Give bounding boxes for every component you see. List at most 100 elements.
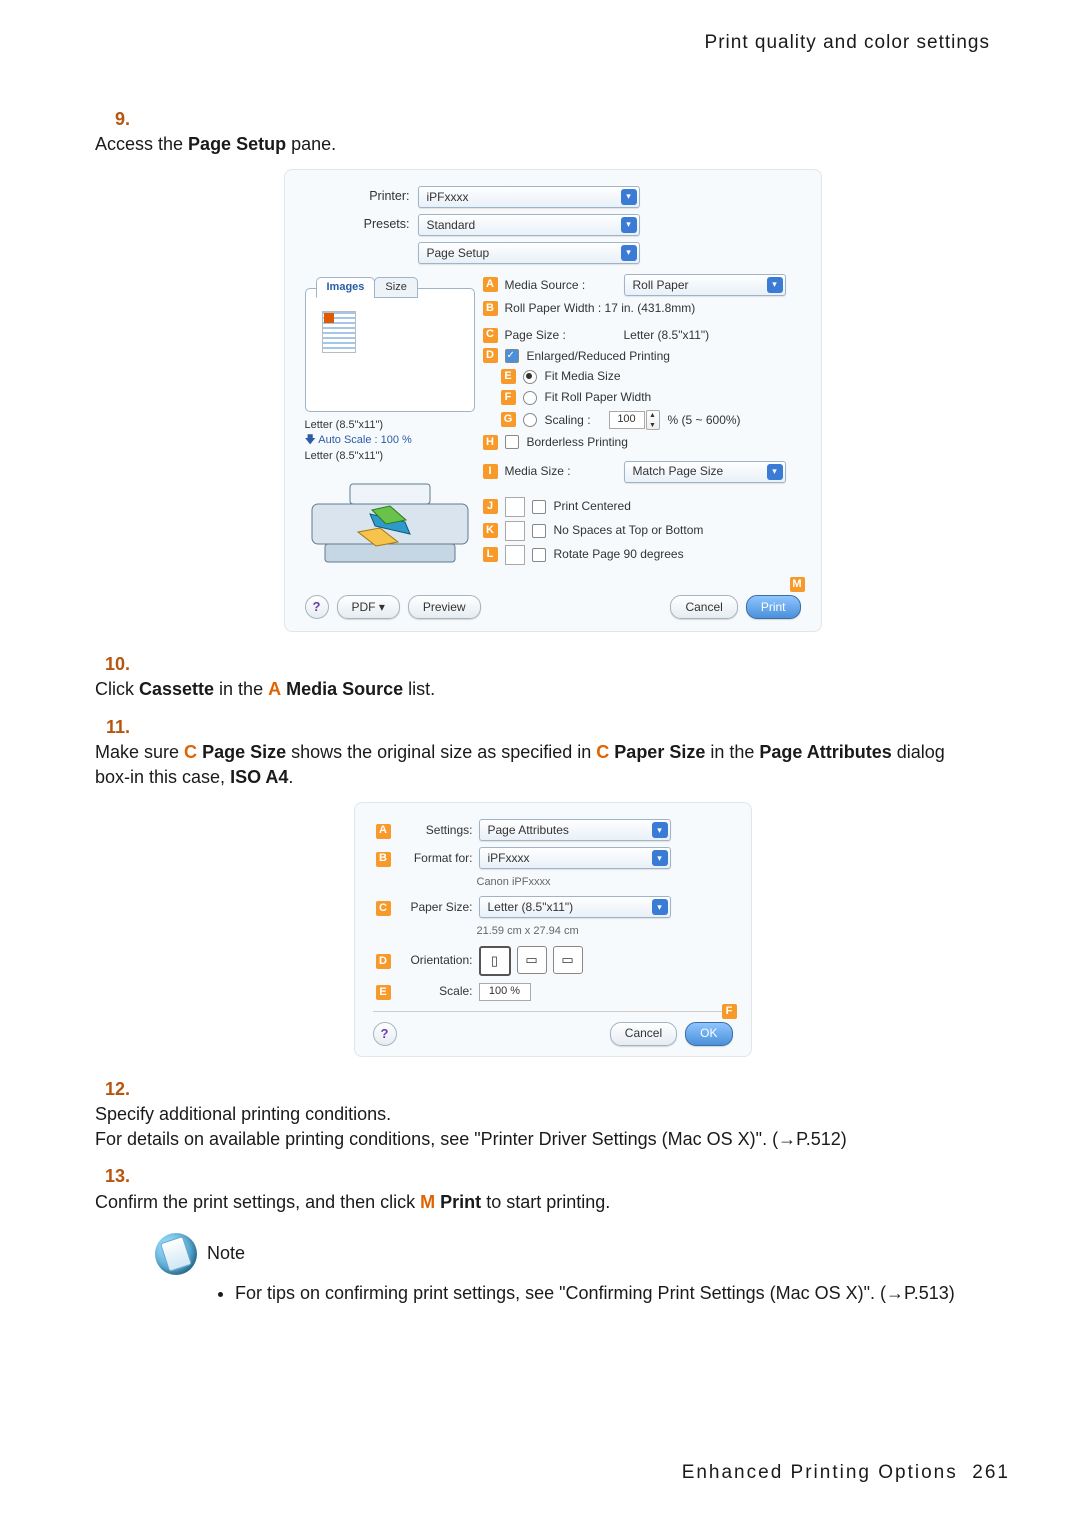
callout-F: F	[722, 1004, 737, 1019]
select-value: iPFxxxx	[427, 189, 469, 206]
text: For tips on confirming print settings, s…	[235, 1283, 886, 1303]
callout-F: F	[501, 390, 516, 405]
text: Access the	[95, 134, 188, 154]
step-text: Make sure C Page Size shows the original…	[95, 740, 965, 790]
select-value: iPFxxxx	[488, 850, 530, 867]
scaling-input[interactable]: 100	[609, 411, 645, 429]
help-button[interactable]: ?	[373, 1022, 397, 1046]
page-setup-options: A Media Source : Roll Paper▾ B Roll Pape…	[483, 270, 801, 579]
select-value: Match Page Size	[633, 463, 724, 480]
cancel-button[interactable]: Cancel	[670, 595, 737, 619]
orientation-group: ▯ ▭ ▭	[479, 946, 733, 976]
text: )	[949, 1283, 955, 1303]
pdf-button[interactable]: PDF ▾	[337, 595, 400, 619]
scaling-label: Scaling :	[545, 412, 605, 429]
step-number: 10.	[95, 652, 130, 677]
paper-size-select[interactable]: Letter (8.5"x11")▾	[479, 896, 671, 918]
cancel-button[interactable]: Cancel	[610, 1022, 677, 1046]
rotate-icon	[505, 545, 525, 565]
bold-term: Print	[440, 1192, 481, 1212]
callout-G: G	[501, 412, 516, 427]
text: 🡇 Auto Scale :	[305, 434, 381, 446]
fit-media-radio[interactable]	[523, 370, 537, 384]
page-size-value: Letter (8.5"x11")	[624, 327, 710, 344]
bold-term: Media Source	[286, 679, 403, 699]
scaling-radio[interactable]	[523, 413, 537, 427]
page-ref-link[interactable]: →P.513	[886, 1283, 949, 1303]
media-size-select[interactable]: Match Page Size ▾	[624, 461, 786, 483]
dropdown-icon: ▾	[621, 189, 637, 205]
media-source-select[interactable]: Roll Paper ▾	[624, 274, 786, 296]
bold-term: Cassette	[139, 679, 214, 699]
enlarged-reduced-label: Enlarged/Reduced Printing	[527, 348, 670, 365]
step-9: 9. Access the Page Setup pane.	[95, 107, 1010, 157]
select-value: Roll Paper	[633, 277, 689, 294]
tab-images[interactable]: Images	[316, 277, 376, 298]
info-media-size: Letter (8.5"x11")	[305, 449, 475, 464]
bold-term: Page Setup	[188, 134, 286, 154]
settings-label: Settings:	[393, 822, 479, 839]
scale-input[interactable]: 100 %	[479, 983, 531, 1001]
manual-page: Print quality and color settings 9. Acce…	[0, 0, 1080, 1527]
help-button[interactable]: ?	[305, 595, 329, 619]
text: Confirm the print settings, and then cli…	[95, 1192, 420, 1212]
step-number: 12.	[95, 1077, 130, 1102]
no-spaces-icon	[505, 521, 525, 541]
dropdown-icon: ▾	[652, 899, 668, 915]
print-centered-label: Print Centered	[554, 498, 631, 515]
text: in the	[214, 679, 268, 699]
settings-select[interactable]: Page Attributes▾	[479, 819, 671, 841]
callout-K: K	[483, 523, 498, 538]
dropdown-icon: ▾	[621, 245, 637, 261]
footer-section: Enhanced Printing Options	[682, 1462, 958, 1483]
callout-B: B	[376, 852, 391, 867]
fit-roll-label: Fit Roll Paper Width	[545, 389, 652, 406]
page-footer: Enhanced Printing Options 261	[682, 1460, 1010, 1487]
info-page-size: Letter (8.5"x11")	[305, 418, 475, 433]
scaling-stepper[interactable]: 100 ▲▼	[609, 410, 660, 430]
callout-E: E	[501, 369, 516, 384]
preview-button[interactable]: Preview	[408, 595, 481, 619]
note-block: Note	[155, 1233, 1010, 1275]
ok-button[interactable]: OK	[685, 1022, 732, 1046]
dropdown-icon: ▾	[767, 277, 783, 293]
rotate-checkbox[interactable]	[532, 548, 546, 562]
orientation-landscape-left[interactable]: ▭	[517, 946, 547, 974]
text: shows the original size as specified in	[286, 742, 596, 762]
text: to start printing.	[481, 1192, 610, 1212]
fit-media-label: Fit Media Size	[545, 368, 621, 385]
stepper-buttons[interactable]: ▲▼	[646, 410, 660, 430]
select-value: Page Setup	[427, 245, 490, 262]
text: .	[288, 767, 293, 787]
orientation-landscape-right[interactable]: ▭	[553, 946, 583, 974]
roll-paper-width-text: Roll Paper Width : 17 in. (431.8mm)	[505, 300, 696, 317]
step-13: 13. Confirm the print settings, and then…	[95, 1164, 1010, 1214]
bold-term: Page Size	[202, 742, 286, 762]
step-number: 11.	[95, 715, 130, 740]
media-size-label: Media Size :	[505, 463, 620, 480]
callout-D: D	[376, 954, 391, 969]
presets-select[interactable]: Standard▾	[418, 214, 640, 236]
format-for-select[interactable]: iPFxxxx▾	[479, 847, 671, 869]
borderless-checkbox[interactable]	[505, 435, 519, 449]
orientation-portrait[interactable]: ▯	[479, 946, 511, 976]
callout-C: C	[376, 901, 391, 916]
step-number: 13.	[95, 1164, 130, 1189]
dropdown-icon: ▾	[767, 464, 783, 480]
tab-size[interactable]: Size	[374, 277, 417, 298]
scale-label: Scale:	[393, 983, 479, 1000]
dropdown-icon: ▾	[652, 822, 668, 838]
no-spaces-checkbox[interactable]	[532, 524, 546, 538]
enlarged-reduced-checkbox[interactable]	[505, 349, 519, 363]
fit-roll-radio[interactable]	[523, 391, 537, 405]
pane-select[interactable]: Page Setup ▾	[418, 242, 640, 264]
dropdown-icon: ▾	[621, 217, 637, 233]
print-centered-checkbox[interactable]	[532, 500, 546, 514]
page-ref-link[interactable]: →P.512	[778, 1129, 841, 1149]
step-number: 9.	[95, 107, 130, 132]
autoscale-value: 100 %	[381, 434, 412, 446]
text: )	[841, 1129, 847, 1149]
print-button[interactable]: Print	[746, 595, 801, 619]
printer-select[interactable]: iPFxxxx ▾	[418, 186, 640, 208]
instruction-list: 9. Access the Page Setup pane. Printer: …	[95, 107, 1010, 1215]
